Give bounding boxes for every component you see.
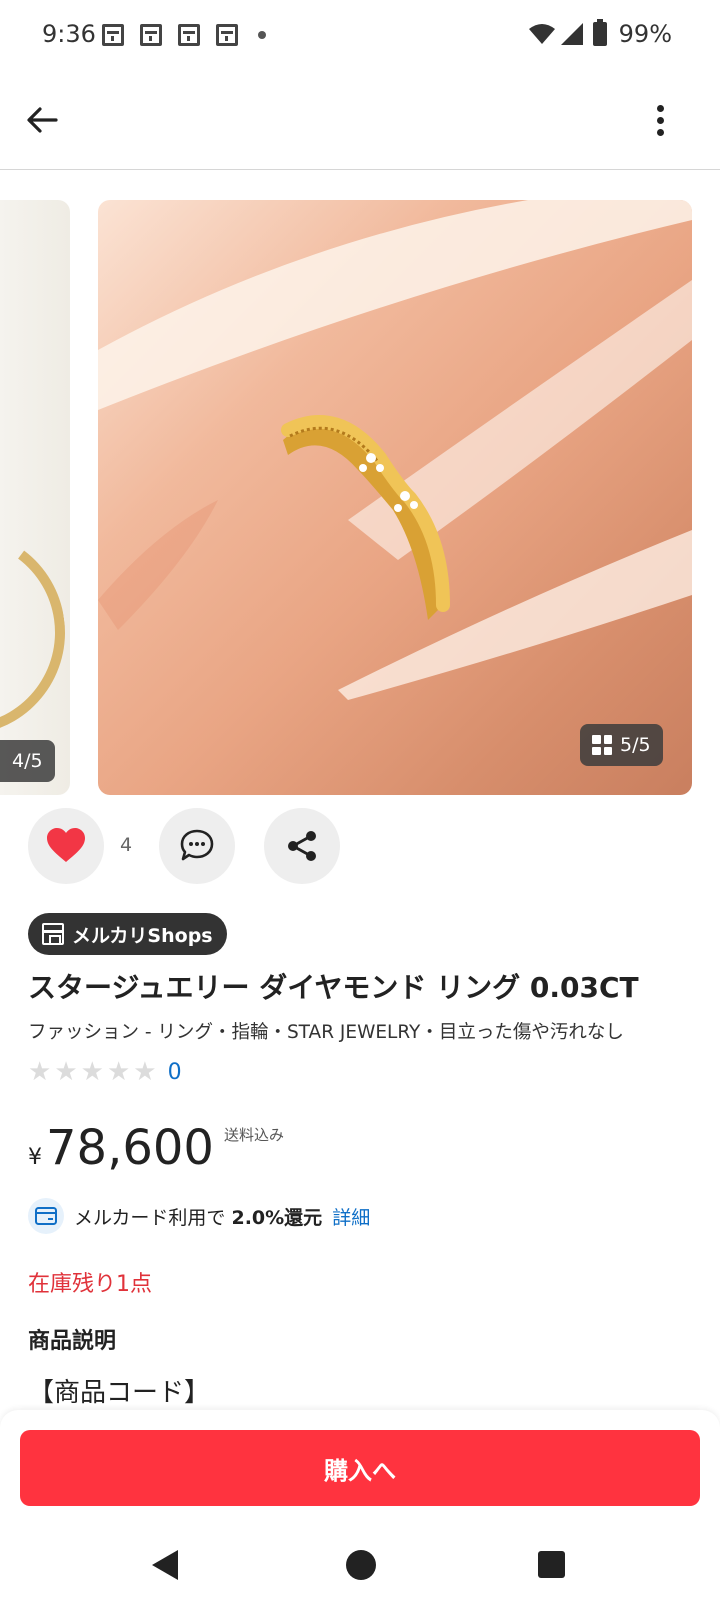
battery-icon xyxy=(592,19,607,46)
action-row: 4 xyxy=(28,808,708,886)
card-reward-prefix: メルカード利用で xyxy=(74,1206,226,1229)
card-reward-rate: 2.0%還元 xyxy=(231,1206,323,1229)
status-bar: 9:36 99% xyxy=(0,0,720,72)
buy-button[interactable]: 購入へ xyxy=(20,1430,700,1506)
back-button[interactable] xyxy=(22,100,62,140)
system-nav-bar xyxy=(0,1522,720,1612)
star-icon: ★ xyxy=(106,1057,131,1087)
more-vertical-icon xyxy=(656,104,664,112)
shop-badge-label: メルカリShops xyxy=(72,924,213,947)
calendar-icon xyxy=(216,24,238,46)
card-reward-details-link[interactable]: 詳細 xyxy=(332,1203,370,1230)
star-icon: ★ xyxy=(133,1057,157,1087)
comment-button[interactable] xyxy=(159,808,235,884)
calendar-icon xyxy=(178,24,200,46)
card-icon-wrap xyxy=(28,1198,64,1234)
like-count: 4 xyxy=(120,834,133,856)
store-icon xyxy=(42,923,64,945)
image-counter-current[interactable]: 5/5 xyxy=(580,724,663,766)
heart-icon xyxy=(47,828,85,862)
purchase-panel: 購入へ xyxy=(0,1410,720,1522)
star-icon: ★ xyxy=(28,1057,52,1087)
like-button[interactable] xyxy=(28,808,104,884)
status-indicators: 99% xyxy=(528,19,672,48)
card-reward-row: メルカード利用で 2.0%還元 詳細 xyxy=(28,1198,370,1234)
battery-percent: 99% xyxy=(618,20,672,48)
nav-back-icon[interactable] xyxy=(152,1550,178,1580)
calendar-icon xyxy=(102,24,124,46)
ring-image-partial xyxy=(0,516,70,749)
notification-icons xyxy=(102,24,266,46)
shop-badge[interactable]: メルカリShops xyxy=(28,913,227,955)
price: 78,600 xyxy=(46,1120,214,1176)
more-notifications-dot xyxy=(258,31,266,39)
calendar-icon xyxy=(140,24,162,46)
description-text: 【商品コード】 xyxy=(28,1378,211,1408)
rating[interactable]: ★ ★ ★ ★ ★ 0 xyxy=(28,1059,182,1085)
product-image[interactable]: 5/5 xyxy=(98,200,692,795)
nav-recents-icon[interactable] xyxy=(538,1551,565,1578)
ring-on-hand-illustration xyxy=(98,200,692,700)
product-title: スタージュエリー ダイヤモンド リング 0.03CT xyxy=(28,971,639,1004)
price-row: ¥ 78,600 送料込み xyxy=(28,1120,284,1176)
rating-count[interactable]: 0 xyxy=(168,1060,182,1085)
star-icon: ★ xyxy=(54,1057,78,1087)
more-options-button[interactable] xyxy=(640,100,680,140)
app-bar xyxy=(0,72,720,170)
shipping-note: 送料込み xyxy=(223,1126,284,1144)
grid-icon xyxy=(592,735,612,755)
stock-remaining: 在庫残り1点 xyxy=(28,1272,152,1297)
share-button[interactable] xyxy=(264,808,340,884)
arrow-left-icon xyxy=(27,107,58,133)
share-icon xyxy=(288,831,316,861)
product-category[interactable]: ファッション - リング・指輪・STAR JEWELRY・目立った傷や汚れなし xyxy=(28,1018,624,1044)
image-counter-current-label: 5/5 xyxy=(620,734,651,756)
status-time: 9:36 xyxy=(42,20,96,48)
card-reward-text: メルカード利用で 2.0%還元 xyxy=(74,1203,322,1230)
signal-icon xyxy=(560,23,583,45)
description-heading: 商品説明 xyxy=(28,1329,117,1354)
nav-home-icon[interactable] xyxy=(346,1550,376,1580)
star-icon: ★ xyxy=(80,1057,104,1087)
currency-symbol: ¥ xyxy=(28,1145,42,1170)
image-carousel[interactable]: 4/5 5/5 xyxy=(0,200,720,795)
comment-icon xyxy=(180,829,214,861)
wifi-icon xyxy=(528,24,555,44)
image-counter-previous: 4/5 xyxy=(0,740,55,782)
image-counter-previous-label: 4/5 xyxy=(12,750,43,772)
previous-image[interactable]: 4/5 xyxy=(0,200,70,795)
credit-card-icon xyxy=(35,1207,57,1225)
